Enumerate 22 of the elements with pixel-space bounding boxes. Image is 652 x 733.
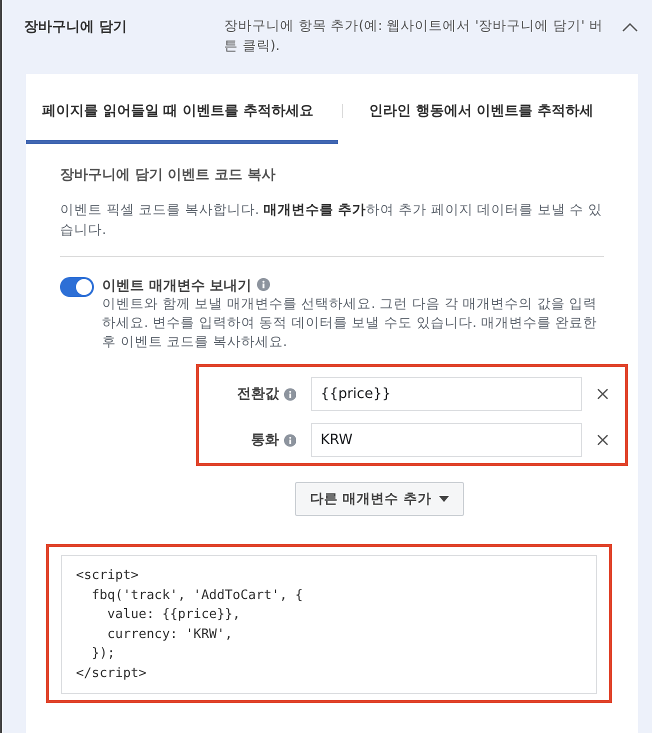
card-title: 장바구니에 담기 이벤트 코드 복사 [60, 166, 276, 184]
field-label: 전환값 [236, 385, 279, 403]
code-block: <script> fbq('track', 'AddToCart', { value: {{price}}, currency: 'KRW', }); </script> [61, 555, 597, 694]
toggle-description: 이벤트와 함께 보낼 매개변수를 선택하세요. 그런 다음 각 매개변수의 값을 입력하세요. 변수를 입력하여 동적 데이터를 보낼 수도 있습니다. 매개변수를 완료한 후 이벤트 코드를 복사하세요. [102, 295, 598, 352]
chevron-up-icon[interactable] [622, 22, 638, 32]
close-icon[interactable] [597, 388, 609, 400]
card-description: 이벤트 픽셀 코드를 복사합니다. 매개변수를 추가하여 추가 페이지 데이터를 보낼 수 있습니다. [60, 201, 603, 240]
info-icon[interactable] [284, 434, 296, 446]
input-field[interactable]: KRW [311, 423, 582, 457]
toggle-label: 이벤트 매개변수 보내기 [102, 278, 252, 294]
info-icon[interactable] [284, 388, 296, 400]
field-label: 통화 [250, 431, 279, 449]
tab[interactable]: 인라인 행동에서 이벤트를 추적하세 [353, 74, 608, 144]
tab[interactable]: 페이지를 읽어들일 때 이벤트를 추적하세요 [26, 74, 338, 144]
add-parameter-button[interactable]: 다른 매개변수 추가 [295, 482, 464, 516]
section-title: 장바구니에 담기 [24, 18, 128, 36]
info-icon[interactable] [256, 278, 270, 291]
caret-icon [439, 496, 450, 502]
input-field[interactable]: {{price}} [311, 377, 582, 411]
toggle-switch[interactable] [60, 277, 94, 297]
close-icon[interactable] [597, 434, 609, 446]
section-description: 장바구니에 항목 추가(예: 웹사이트에서 '장바구니에 담기' 버튼 클릭). [224, 17, 604, 56]
